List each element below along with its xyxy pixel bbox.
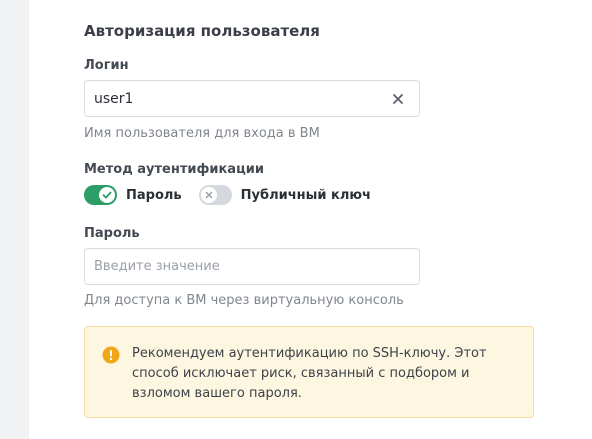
ssh-recommendation-alert: Рекомендуем аутентификацию по SSH-ключу.… [84,326,534,418]
auth-method-label: Метод аутентификации [84,162,264,177]
toggle-password-label[interactable]: Пароль [126,188,182,203]
toggle-public-key-switch[interactable] [198,185,232,205]
check-icon [102,191,112,199]
toggle-public-key[interactable]: Публичный ключ [198,185,371,205]
clear-login-button[interactable] [389,90,407,108]
toggle-password-switch[interactable] [84,185,117,205]
password-label: Пароль [84,226,140,241]
left-rail [0,0,29,439]
toggle-public-key-label[interactable]: Публичный ключ [241,188,371,203]
password-hint: Для доступа к ВМ через виртуальную консо… [84,293,404,308]
auth-method-toggles: Пароль Публичный ключ [84,184,371,206]
login-label: Логин [84,58,129,73]
warning-icon [102,346,120,364]
toggle-password[interactable]: Пароль [84,185,182,205]
password-input[interactable] [85,249,419,284]
toggle-knob [99,187,115,203]
login-hint: Имя пользователя для входа в ВМ [84,126,320,141]
login-value[interactable]: user1 [94,91,133,107]
toggle-knob [200,187,217,203]
password-field[interactable] [84,248,420,285]
close-icon [205,191,212,199]
close-icon[interactable] [392,93,404,105]
alert-text: Рекомендуем аутентификацию по SSH-ключу.… [132,346,487,401]
section-title: Авторизация пользователя [84,22,320,40]
login-field[interactable]: user1 [84,80,420,117]
